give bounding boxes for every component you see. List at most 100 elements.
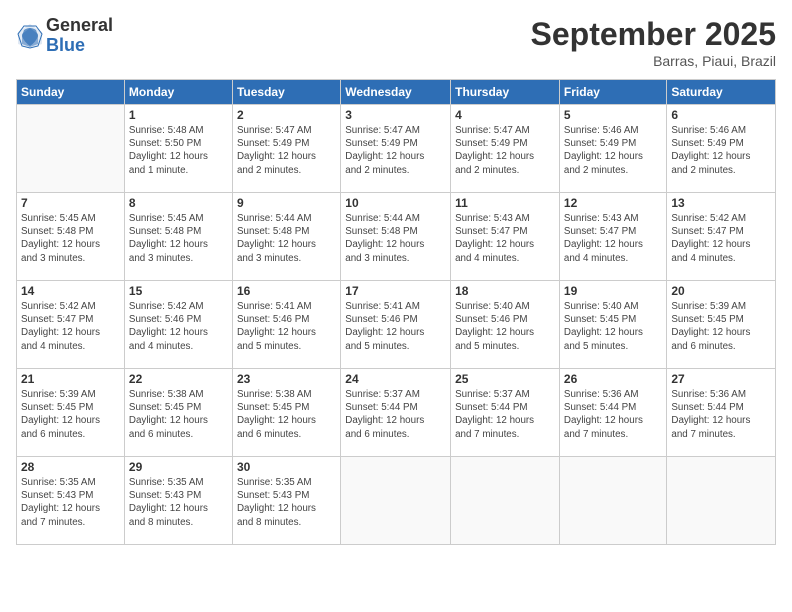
- calendar-cell: 26 Sunrise: 5:36 AMSunset: 5:44 PMDayligh…: [559, 369, 666, 457]
- day-number: 19: [564, 284, 662, 298]
- day-info: Sunrise: 5:45 AMSunset: 5:48 PMDaylight:…: [129, 212, 228, 265]
- calendar-cell: 22 Sunrise: 5:38 AMSunset: 5:45 PMDayligh…: [124, 369, 232, 457]
- day-number: 13: [671, 196, 771, 210]
- day-number: 20: [671, 284, 771, 298]
- day-number: 2: [237, 108, 336, 122]
- day-number: 14: [21, 284, 120, 298]
- calendar-cell: 4 Sunrise: 5:47 AMSunset: 5:49 PMDaylight…: [451, 105, 560, 193]
- day-number: 26: [564, 372, 662, 386]
- logo-icon: [16, 22, 44, 50]
- calendar-cell: 12 Sunrise: 5:43 AMSunset: 5:47 PMDayligh…: [559, 193, 666, 281]
- day-info: Sunrise: 5:36 AMSunset: 5:44 PMDaylight:…: [671, 388, 771, 441]
- calendar-cell: 9 Sunrise: 5:44 AMSunset: 5:48 PMDaylight…: [232, 193, 340, 281]
- calendar-cell: 18 Sunrise: 5:40 AMSunset: 5:46 PMDayligh…: [451, 281, 560, 369]
- calendar-cell: 21Sunrise: 5:39 AMSunset: 5:45 PMDayligh…: [17, 369, 125, 457]
- calendar-cell: 15Sunrise: 5:42 AMSunset: 5:46 PMDayligh…: [124, 281, 232, 369]
- calendar-header-wednesday: Wednesday: [341, 80, 451, 105]
- calendar-header-friday: Friday: [559, 80, 666, 105]
- calendar-week-2: 7 Sunrise: 5:45 AMSunset: 5:48 PMDaylight…: [17, 193, 776, 281]
- day-number: 8: [129, 196, 228, 210]
- day-info: Sunrise: 5:41 AMSunset: 5:46 PMDaylight:…: [237, 300, 336, 353]
- page: General Blue September 2025 Barras, Piau…: [0, 0, 792, 612]
- calendar-cell: 6 Sunrise: 5:46 AMSunset: 5:49 PMDaylight…: [667, 105, 776, 193]
- day-number: 7: [21, 196, 120, 210]
- day-number: 17: [345, 284, 446, 298]
- calendar-cell: 7Sunrise: 5:45 AMSunset: 5:48 PMDaylight…: [17, 193, 125, 281]
- logo: General Blue: [16, 16, 113, 56]
- day-number: 3: [345, 108, 446, 122]
- calendar-header-tuesday: Tuesday: [232, 80, 340, 105]
- calendar-header-saturday: Saturday: [667, 80, 776, 105]
- day-number: 12: [564, 196, 662, 210]
- month-title: September 2025: [531, 16, 776, 53]
- day-number: 10: [345, 196, 446, 210]
- day-info: Sunrise: 5:39 AMSunset: 5:45 PMDaylight:…: [21, 388, 120, 441]
- day-info: Sunrise: 5:37 AMSunset: 5:44 PMDaylight:…: [455, 388, 555, 441]
- calendar-cell: 11 Sunrise: 5:43 AMSunset: 5:47 PMDayligh…: [451, 193, 560, 281]
- day-number: 4: [455, 108, 555, 122]
- calendar-cell: 27Sunrise: 5:36 AMSunset: 5:44 PMDayligh…: [667, 369, 776, 457]
- day-number: 18: [455, 284, 555, 298]
- calendar-week-3: 14Sunrise: 5:42 AMSunset: 5:47 PMDayligh…: [17, 281, 776, 369]
- day-info: Sunrise: 5:40 AMSunset: 5:45 PMDaylight:…: [564, 300, 662, 353]
- day-number: 9: [237, 196, 336, 210]
- day-info: Sunrise: 5:44 AMSunset: 5:48 PMDaylight:…: [237, 212, 336, 265]
- logo-general-text: General: [46, 16, 113, 36]
- calendar-cell: 28Sunrise: 5:35 AMSunset: 5:43 PMDayligh…: [17, 457, 125, 545]
- calendar-header-sunday: Sunday: [17, 80, 125, 105]
- calendar-cell: 19 Sunrise: 5:40 AMSunset: 5:45 PMDayligh…: [559, 281, 666, 369]
- calendar-cell: 17 Sunrise: 5:41 AMSunset: 5:46 PMDayligh…: [341, 281, 451, 369]
- calendar-cell: 20 Sunrise: 5:39 AMSunset: 5:45 PMDayligh…: [667, 281, 776, 369]
- day-number: 5: [564, 108, 662, 122]
- calendar-cell: [451, 457, 560, 545]
- day-info: Sunrise: 5:43 AMSunset: 5:47 PMDaylight:…: [564, 212, 662, 265]
- day-number: 6: [671, 108, 771, 122]
- calendar-week-4: 21Sunrise: 5:39 AMSunset: 5:45 PMDayligh…: [17, 369, 776, 457]
- calendar-cell: [559, 457, 666, 545]
- day-info: Sunrise: 5:47 AMSunset: 5:49 PMDaylight:…: [455, 124, 555, 177]
- day-info: Sunrise: 5:43 AMSunset: 5:47 PMDaylight:…: [455, 212, 555, 265]
- calendar-cell: 2Sunrise: 5:47 AMSunset: 5:49 PMDaylight…: [232, 105, 340, 193]
- day-info: Sunrise: 5:42 AMSunset: 5:47 PMDaylight:…: [671, 212, 771, 265]
- calendar-cell: 16 Sunrise: 5:41 AMSunset: 5:46 PMDayligh…: [232, 281, 340, 369]
- day-info: Sunrise: 5:46 AMSunset: 5:49 PMDaylight:…: [564, 124, 662, 177]
- day-info: Sunrise: 5:44 AMSunset: 5:48 PMDaylight:…: [345, 212, 446, 265]
- calendar-cell: 14Sunrise: 5:42 AMSunset: 5:47 PMDayligh…: [17, 281, 125, 369]
- calendar-cell: 3 Sunrise: 5:47 AMSunset: 5:49 PMDaylight…: [341, 105, 451, 193]
- calendar-week-5: 28 Sunrise: 5:35 AMSunset: 5:43 PMDayligh…: [17, 457, 776, 545]
- day-number: 11: [455, 196, 555, 210]
- day-number: 24: [345, 372, 446, 386]
- day-number: 22: [129, 372, 228, 386]
- day-info: Sunrise: 5:39 AMSunset: 5:45 PMDaylight:…: [671, 300, 771, 353]
- calendar-header-row: SundayMondayTuesdayWednesdayThursdayFrid…: [17, 80, 776, 105]
- day-number: 25: [455, 372, 555, 386]
- calendar-cell: 13 Sunrise: 5:42 AMSunset: 5:47 PMDayligh…: [667, 193, 776, 281]
- day-number: 1: [129, 108, 228, 122]
- calendar-cell: [667, 457, 776, 545]
- calendar-cell: [341, 457, 451, 545]
- day-info: Sunrise: 5:38 AMSunset: 5:45 PMDaylight:…: [237, 388, 336, 441]
- day-number: 16: [237, 284, 336, 298]
- title-block: September 2025 Barras, Piaui, Brazil: [531, 16, 776, 69]
- calendar-cell: [17, 105, 125, 193]
- calendar-header-monday: Monday: [124, 80, 232, 105]
- calendar-cell: 24Sunrise: 5:37 AMSunset: 5:44 PMDayligh…: [341, 369, 451, 457]
- calendar-cell: 10 Sunrise: 5:44 AMSunset: 5:48 PMDayligh…: [341, 193, 451, 281]
- day-info: Sunrise: 5:38 AMSunset: 5:45 PMDaylight:…: [129, 388, 228, 441]
- day-info: Sunrise: 5:47 AMSunset: 5:49 PMDaylight:…: [345, 124, 446, 177]
- calendar-cell: 1Sunrise: 5:48 AMSunset: 5:50 PMDaylight…: [124, 105, 232, 193]
- day-number: 29: [129, 460, 228, 474]
- calendar-cell: 29Sunrise: 5:35 AMSunset: 5:43 PMDayligh…: [124, 457, 232, 545]
- logo-blue-text: Blue: [46, 36, 113, 56]
- day-number: 23: [237, 372, 336, 386]
- day-info: Sunrise: 5:40 AMSunset: 5:46 PMDaylight:…: [455, 300, 555, 353]
- day-number: 28: [21, 460, 120, 474]
- day-info: Sunrise: 5:41 AMSunset: 5:46 PMDaylight:…: [345, 300, 446, 353]
- calendar-cell: 5 Sunrise: 5:46 AMSunset: 5:49 PMDaylight…: [559, 105, 666, 193]
- header: General Blue September 2025 Barras, Piau…: [16, 16, 776, 69]
- day-info: Sunrise: 5:46 AMSunset: 5:49 PMDaylight:…: [671, 124, 771, 177]
- day-info: Sunrise: 5:35 AMSunset: 5:43 PMDaylight:…: [237, 476, 336, 529]
- day-info: Sunrise: 5:36 AMSunset: 5:44 PMDaylight:…: [564, 388, 662, 441]
- day-number: 30: [237, 460, 336, 474]
- calendar-header-thursday: Thursday: [451, 80, 560, 105]
